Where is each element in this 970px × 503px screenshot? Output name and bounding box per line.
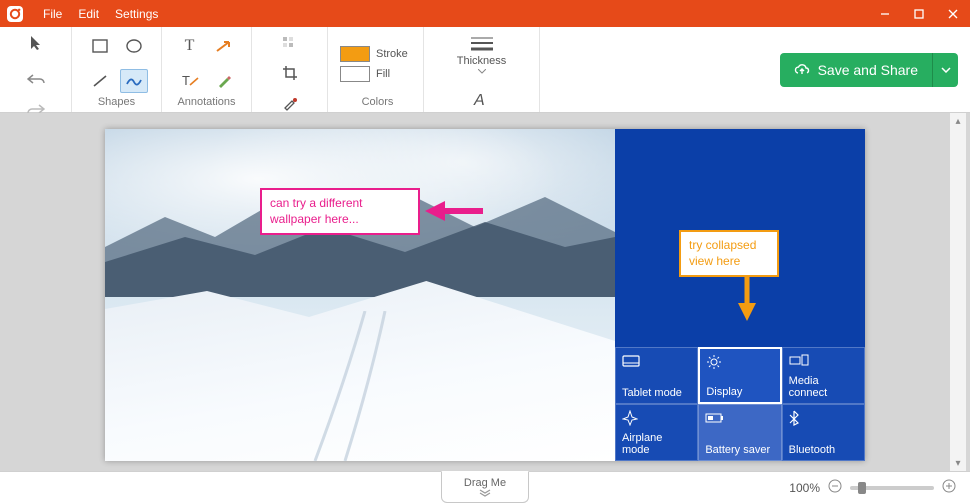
text-arrow-tool[interactable]: T bbox=[176, 69, 204, 93]
rectangle-tool[interactable] bbox=[86, 34, 114, 58]
vertical-scrollbar[interactable]: ▴ ▾ bbox=[950, 113, 966, 471]
bluetooth-icon bbox=[789, 409, 858, 427]
maximize-button[interactable] bbox=[902, 0, 936, 27]
menu-file[interactable]: File bbox=[35, 7, 70, 21]
zoom-slider[interactable] bbox=[850, 486, 934, 490]
text-tool[interactable]: T bbox=[176, 34, 204, 58]
fill-label: Fill bbox=[376, 68, 390, 80]
tile-airplane[interactable]: Airplane mode bbox=[615, 404, 698, 461]
chevron-double-down-icon bbox=[478, 489, 492, 497]
menu-settings[interactable]: Settings bbox=[107, 7, 166, 21]
chevron-down-icon bbox=[941, 67, 951, 73]
group-label-annotations: Annotations bbox=[177, 96, 235, 110]
cursor-tool[interactable] bbox=[22, 31, 50, 55]
tile-label: Media connect bbox=[789, 375, 858, 399]
arrow-tool[interactable] bbox=[210, 34, 238, 58]
stroke-label: Stroke bbox=[376, 48, 408, 60]
statusbar: Drag Me 100% bbox=[0, 471, 970, 503]
fill-swatch[interactable] bbox=[340, 66, 370, 82]
battery-icon bbox=[705, 409, 774, 427]
action-center-panel: try collapsed view here Tablet mode Displ… bbox=[615, 129, 865, 461]
airplane-icon bbox=[622, 409, 691, 427]
svg-text:A: A bbox=[473, 92, 485, 108]
zoom-value: 100% bbox=[789, 481, 820, 495]
wallpaper-mountain bbox=[105, 129, 615, 461]
line-tool[interactable] bbox=[86, 69, 114, 93]
group-label-colors: Colors bbox=[362, 96, 394, 110]
drag-handle[interactable]: Drag Me bbox=[441, 471, 529, 503]
minimize-button[interactable] bbox=[868, 0, 902, 27]
scroll-down-button[interactable]: ▾ bbox=[950, 455, 966, 471]
crop-tool[interactable] bbox=[276, 61, 304, 85]
tile-label: Bluetooth bbox=[789, 444, 858, 456]
close-button[interactable] bbox=[936, 0, 970, 27]
tile-connect[interactable]: Media connect bbox=[782, 347, 865, 404]
ribbon: Actions Shapes T T Annotations Effects bbox=[0, 27, 970, 113]
tile-battery[interactable]: Battery saver bbox=[698, 404, 781, 461]
scroll-up-button[interactable]: ▴ bbox=[950, 113, 966, 129]
tile-tablet[interactable]: Tablet mode bbox=[615, 347, 698, 404]
thickness-dropdown[interactable]: Thickness bbox=[449, 31, 515, 82]
annotation-arrow-pink[interactable] bbox=[425, 199, 485, 223]
blur-tool[interactable] bbox=[276, 31, 304, 55]
app-logo bbox=[5, 4, 25, 24]
tile-label: Display bbox=[706, 386, 773, 398]
tile-label: Tablet mode bbox=[622, 387, 691, 399]
zoom-out-button[interactable] bbox=[828, 479, 842, 496]
undo-button[interactable] bbox=[22, 67, 50, 91]
cloud-upload-icon bbox=[794, 62, 810, 78]
canvas-area: ▴ ▾ can try a different wallpaper here..… bbox=[0, 113, 970, 471]
window-controls bbox=[868, 0, 970, 27]
edited-screenshot[interactable]: can try a different wallpaper here... tr… bbox=[105, 129, 865, 461]
menu-edit[interactable]: Edit bbox=[70, 7, 107, 21]
svg-text:T: T bbox=[182, 73, 190, 88]
pen-tool[interactable] bbox=[210, 69, 238, 93]
annotation-arrow-orange[interactable] bbox=[735, 277, 759, 321]
stroke-swatch[interactable] bbox=[340, 46, 370, 62]
tile-label: Airplane mode bbox=[622, 432, 691, 456]
tile-bluetooth[interactable]: Bluetooth bbox=[782, 404, 865, 461]
connect-icon bbox=[789, 352, 858, 370]
brightness-icon bbox=[706, 353, 773, 371]
annotation-note-pink[interactable]: can try a different wallpaper here... bbox=[260, 188, 420, 235]
group-label-shapes: Shapes bbox=[98, 96, 135, 110]
tablet-icon bbox=[622, 352, 691, 370]
ellipse-tool[interactable] bbox=[120, 34, 148, 58]
curve-tool[interactable] bbox=[120, 69, 148, 93]
tile-brightness[interactable]: Display bbox=[698, 347, 781, 404]
color-picker-tool[interactable] bbox=[276, 91, 304, 115]
save-share-dropdown[interactable] bbox=[932, 53, 958, 87]
annotation-note-orange[interactable]: try collapsed view here bbox=[679, 230, 779, 277]
save-share-button[interactable]: Save and Share bbox=[780, 53, 932, 87]
zoom-in-button[interactable] bbox=[942, 479, 956, 496]
tile-label: Battery saver bbox=[705, 444, 774, 456]
zoom-controls: 100% bbox=[789, 479, 970, 496]
titlebar: File Edit Settings bbox=[0, 0, 970, 27]
menu-bar: File Edit Settings bbox=[35, 7, 166, 21]
